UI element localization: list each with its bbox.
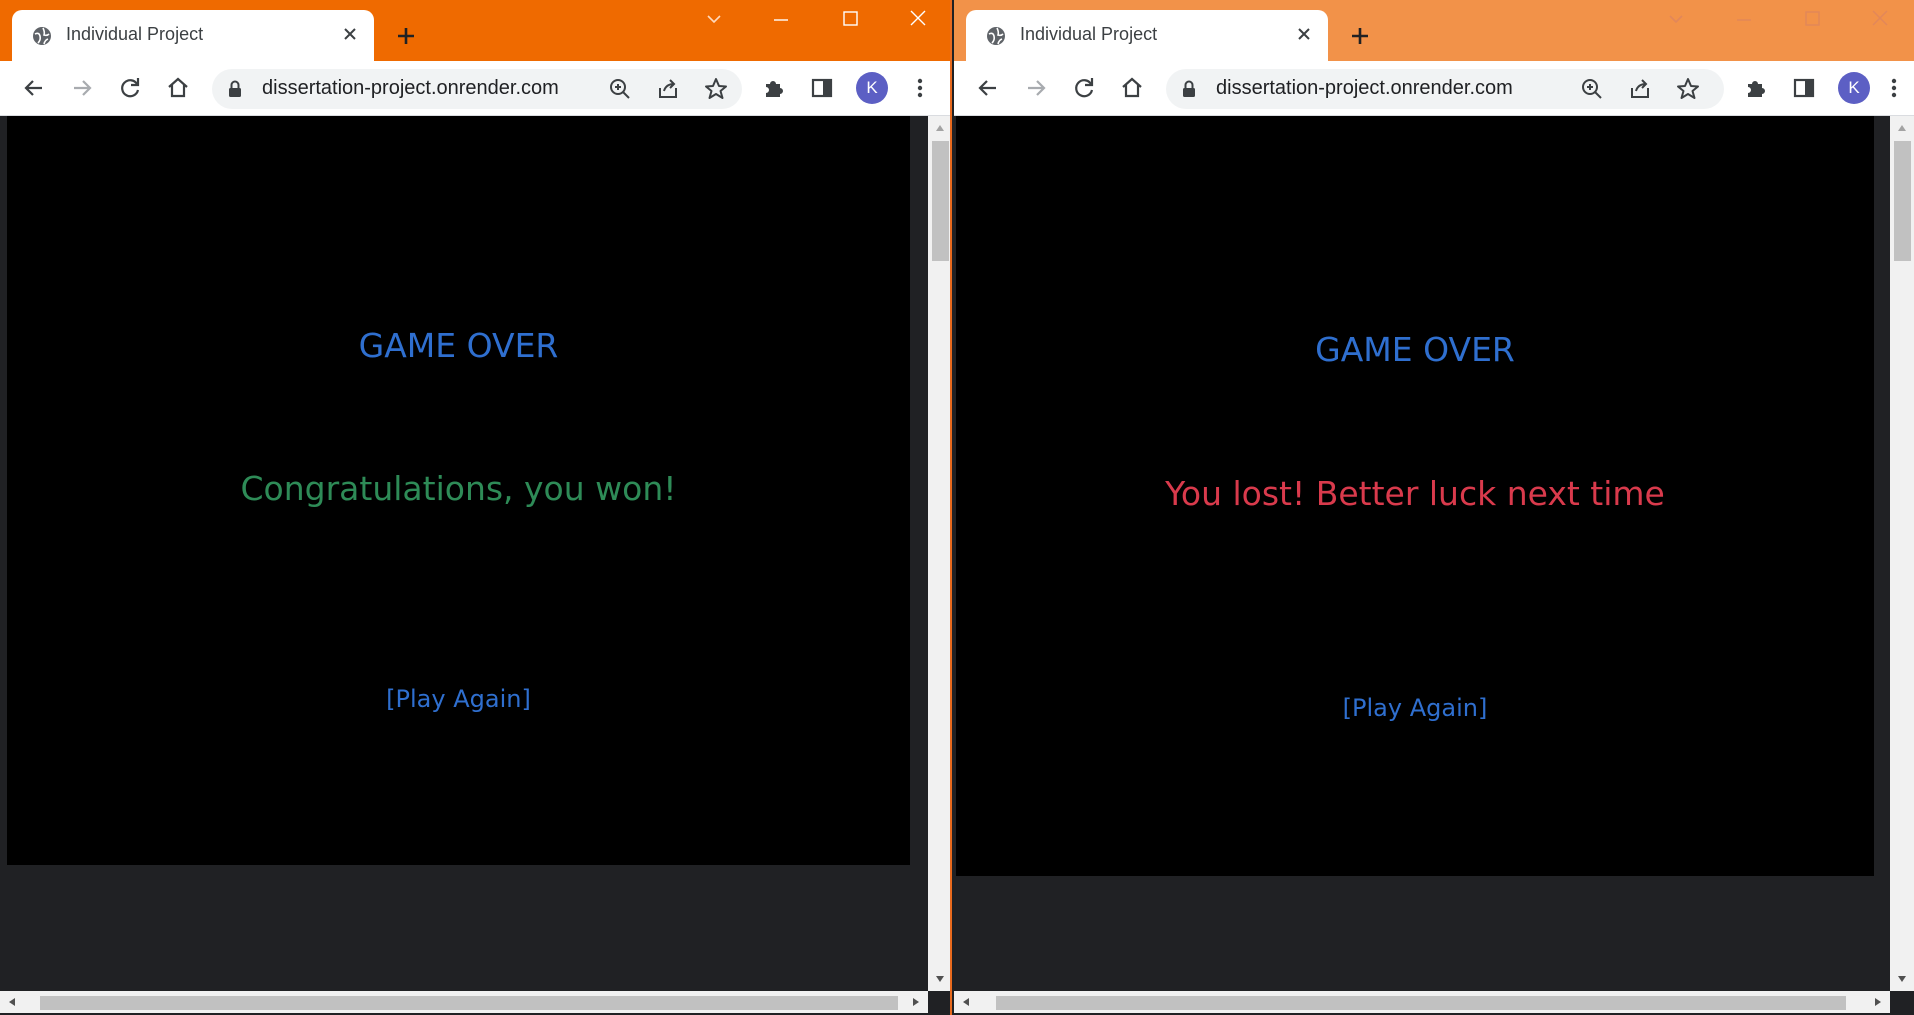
scroll-up-arrow-icon[interactable] [934,122,946,134]
forward-icon[interactable] [1022,74,1050,102]
scroll-left-arrow-icon[interactable] [960,996,972,1008]
back-icon[interactable] [974,74,1002,102]
play-again-link[interactable]: [Play Again] [7,685,910,713]
profile-avatar[interactable]: K [856,72,888,104]
horizontal-scroll-thumb[interactable] [996,996,1846,1010]
vertical-scroll-thumb[interactable] [1894,141,1911,261]
close-tab-icon[interactable] [1294,24,1314,44]
minimize-icon[interactable] [764,6,798,32]
game-canvas: GAME OVER You lost! Better luck next tim… [956,116,1874,876]
close-window-icon[interactable] [1863,6,1897,32]
vertical-scrollbar[interactable] [1890,116,1914,991]
horizontal-scrollbar[interactable] [954,991,1890,1013]
title-bar: Individual Project [0,0,950,61]
vertical-scroll-thumb[interactable] [932,141,949,261]
maximize-icon[interactable] [1795,6,1829,32]
side-panel-icon[interactable] [1790,74,1818,102]
game-canvas: GAME OVER Congratulations, you won! [Pla… [7,116,910,865]
page-viewport: GAME OVER You lost! Better luck next tim… [954,116,1894,991]
zoom-icon[interactable] [1579,76,1605,102]
url-text: dissertation-project.onrender.com [1216,77,1513,99]
tab-title: Individual Project [66,24,204,44]
scroll-down-arrow-icon[interactable] [934,973,946,985]
tab-search-icon[interactable] [697,6,731,32]
menu-kebab-icon[interactable] [1880,74,1908,102]
desktop-screen: Individual Project dissertation-project.… [0,0,1914,1015]
reload-icon[interactable] [1070,74,1098,102]
lock-icon[interactable] [228,80,242,98]
horizontal-scroll-thumb[interactable] [40,996,898,1010]
browser-tab[interactable]: Individual Project [966,10,1328,61]
tab-title: Individual Project [1020,24,1158,44]
title-bar: Individual Project [954,0,1914,61]
share-icon[interactable] [655,76,681,102]
globe-icon [987,27,1005,45]
browser-window-right: Individual Project dissertation-project.… [954,0,1914,1015]
scroll-right-arrow-icon[interactable] [910,996,922,1008]
vertical-scrollbar[interactable] [928,116,950,991]
scroll-up-arrow-icon[interactable] [1896,122,1908,134]
profile-avatar[interactable]: K [1838,72,1870,104]
extensions-icon[interactable] [1742,74,1770,102]
result-message: Congratulations, you won! [240,469,677,508]
game-over-title: GAME OVER [358,326,559,365]
lock-icon[interactable] [1182,80,1196,98]
globe-icon [33,27,51,45]
minimize-icon[interactable] [1727,6,1761,32]
close-window-icon[interactable] [901,6,935,32]
page-viewport: GAME OVER Congratulations, you won! [Pla… [0,116,928,991]
horizontal-scrollbar[interactable] [0,991,928,1013]
browser-tab[interactable]: Individual Project [12,10,374,61]
back-icon[interactable] [20,74,48,102]
address-bar[interactable]: dissertation-project.onrender.com [212,69,742,109]
home-icon[interactable] [164,74,192,102]
side-panel-icon[interactable] [808,74,836,102]
browser-toolbar: dissertation-project.onrender.com K [954,61,1914,116]
maximize-icon[interactable] [833,6,867,32]
browser-toolbar: dissertation-project.onrender.com K [0,61,950,116]
scroll-left-arrow-icon[interactable] [6,996,18,1008]
new-tab-icon[interactable] [392,22,420,50]
forward-icon[interactable] [68,74,96,102]
play-again-link[interactable]: [Play Again] [956,694,1874,722]
browser-window-left: Individual Project dissertation-project.… [0,0,952,1015]
home-icon[interactable] [1118,74,1146,102]
tab-search-icon[interactable] [1659,6,1693,32]
share-icon[interactable] [1627,76,1653,102]
result-message: You lost! Better luck next time [1165,474,1665,513]
url-text: dissertation-project.onrender.com [262,77,559,99]
bookmark-star-icon[interactable] [703,76,729,102]
game-over-title: GAME OVER [1315,330,1515,369]
zoom-icon[interactable] [607,76,633,102]
menu-kebab-icon[interactable] [906,74,934,102]
address-bar[interactable]: dissertation-project.onrender.com [1166,69,1724,109]
extensions-icon[interactable] [760,74,788,102]
close-tab-icon[interactable] [340,24,360,44]
new-tab-icon[interactable] [1346,22,1374,50]
scroll-right-arrow-icon[interactable] [1872,996,1884,1008]
bookmark-star-icon[interactable] [1675,76,1701,102]
reload-icon[interactable] [116,74,144,102]
scroll-down-arrow-icon[interactable] [1896,973,1908,985]
